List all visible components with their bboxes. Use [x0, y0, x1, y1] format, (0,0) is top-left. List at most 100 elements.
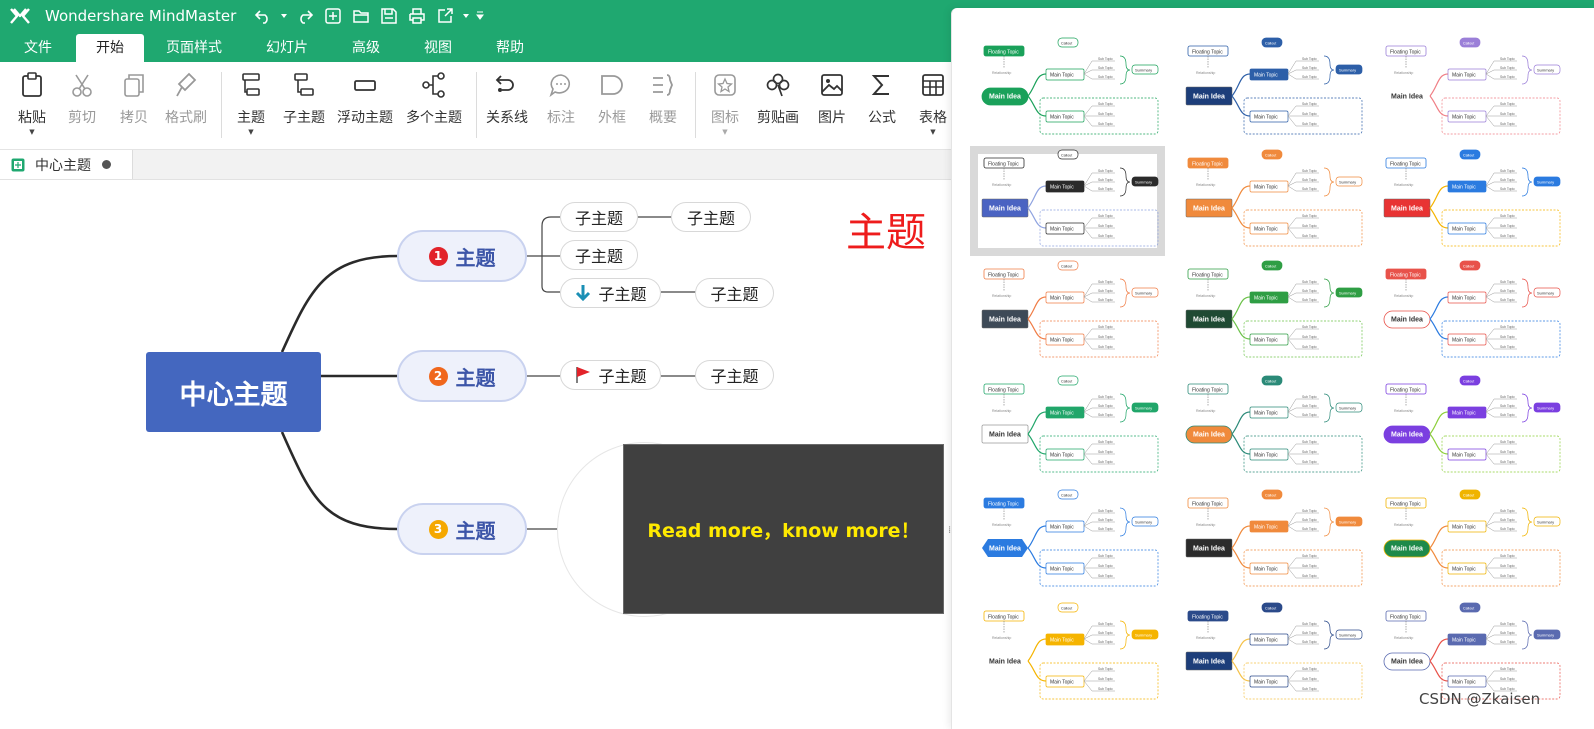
paste-dropdown-icon[interactable]: ▼ — [29, 128, 34, 136]
multiple-topics-button[interactable]: 多个主题 — [406, 70, 462, 127]
mindmap-canvas[interactable]: 中心主题 1 主题 2 主题 3 主题 子主题 子主题 子主题 子主题 子主题 … — [0, 180, 960, 729]
boundary-button[interactable]: 外框 — [598, 70, 626, 127]
callout-button[interactable]: 标注 — [547, 70, 575, 127]
main-topic-text: Main Topic — [1050, 525, 1074, 531]
open-folder-icon[interactable] — [350, 5, 372, 27]
callout-text: Callout — [1265, 42, 1276, 46]
floating-topic-text: Floating Topic — [1192, 615, 1223, 621]
menu-view[interactable]: 视图 — [402, 34, 474, 62]
theme-thumbnail[interactable]: Floating Topic Relationship Callout Main Id… — [970, 257, 1165, 367]
cut-button[interactable]: 剪切 — [68, 70, 96, 127]
menu-page-style[interactable]: 页面样式 — [144, 34, 244, 62]
paste-button[interactable]: 粘贴 ▼ — [18, 70, 46, 136]
icon-button[interactable]: 图标 ▼ — [711, 70, 739, 136]
subtopic[interactable]: 子主题 — [695, 278, 774, 308]
menu-help[interactable]: 帮助 — [474, 34, 546, 62]
floating-topic[interactable]: 主题 — [846, 200, 926, 258]
topic-dropdown-icon[interactable]: ▼ — [248, 128, 253, 136]
theme-preview: Floating Topic Relationship Callout Main Id… — [981, 375, 1159, 473]
main-topic-text: Main Topic — [1254, 411, 1278, 417]
theme-thumbnail[interactable]: Floating Topic Relationship Callout Main Id… — [1174, 372, 1369, 482]
export-icon[interactable] — [434, 5, 456, 27]
main-topic-3[interactable]: 3 主题 — [397, 503, 527, 555]
menu-advanced[interactable]: 高级 — [330, 34, 402, 62]
summary-text: Summary — [1339, 520, 1356, 525]
sub-topic-text: Sub Topic — [1500, 187, 1515, 191]
undo-icon[interactable] — [252, 5, 274, 27]
menu-file[interactable]: 文件 — [0, 34, 76, 62]
theme-thumbnail[interactable]: Floating Topic Relationship Callout Main Id… — [970, 146, 1165, 256]
main-topic-1[interactable]: 1 主题 — [397, 230, 527, 282]
topic-button[interactable]: 主题 ▼ — [237, 70, 265, 136]
new-icon[interactable] — [322, 5, 344, 27]
table-dropdown-icon[interactable]: ▼ — [930, 128, 935, 136]
sub-topic-text: Sub Topic — [1302, 450, 1317, 454]
summary-text: Summary — [1135, 68, 1152, 73]
print-icon[interactable] — [406, 5, 428, 27]
export-dropdown-icon[interactable] — [462, 5, 470, 27]
image-topic[interactable]: Read more，know more！ — [623, 444, 944, 614]
picture-button[interactable]: 图片 — [818, 70, 846, 127]
theme-thumbnail[interactable]: Floating Topic Relationship Callout Main Id… — [1372, 372, 1567, 482]
relationship-icon — [493, 70, 521, 100]
floating-topic-text: Floating Topic — [1192, 388, 1223, 394]
sub-topic-text: Sub Topic — [1500, 335, 1515, 339]
central-topic[interactable]: 中心主题 — [146, 352, 321, 432]
subtopic-button[interactable]: 子主题 — [283, 70, 325, 127]
document-tab-bar: 中心主题 — [0, 150, 960, 180]
redo-icon[interactable] — [294, 5, 316, 27]
main-idea-text: Main Idea — [989, 432, 1021, 439]
theme-thumbnail[interactable]: Floating Topic Relationship Callout Main Id… — [970, 599, 1165, 709]
relationship-button[interactable]: 关系线 — [486, 70, 528, 127]
theme-thumbnail[interactable]: Floating Topic Relationship Callout Main Id… — [1174, 146, 1369, 256]
theme-thumbnail[interactable]: Floating Topic Relationship Callout Main Id… — [1174, 257, 1369, 367]
floating-topic-button[interactable]: 浮动主题 — [337, 70, 393, 127]
icon-dropdown-icon[interactable]: ▼ — [722, 128, 727, 136]
callout-text: Callout — [1061, 265, 1072, 269]
subtopic-with-arrow[interactable]: 子主题 — [560, 278, 661, 308]
menu-home[interactable]: 开始 — [76, 34, 144, 62]
sub-topic-text: Sub Topic — [1098, 102, 1113, 106]
subtopic-with-flag[interactable]: 子主题 — [560, 360, 661, 390]
document-tab[interactable]: 中心主题 — [0, 150, 133, 179]
theme-thumbnail[interactable]: Floating Topic Relationship Callout Main Id… — [970, 372, 1165, 482]
callout-text: Callout — [1265, 380, 1276, 384]
save-icon[interactable] — [378, 5, 400, 27]
main-topic-2[interactable]: 2 主题 — [397, 350, 527, 402]
sub-topic-text: Sub Topic — [1500, 178, 1515, 182]
sub-topic-text: Sub Topic — [1098, 413, 1113, 417]
theme-thumbnail[interactable]: Floating Topic Relationship Callout Main Id… — [1372, 146, 1567, 256]
sub-topic-text: Sub Topic — [1500, 280, 1515, 284]
table-icon — [919, 70, 947, 100]
customize-icon[interactable] — [476, 5, 485, 27]
menu-slideshow[interactable]: 幻灯片 — [244, 34, 330, 62]
theme-thumbnail[interactable]: Floating Topic Relationship Callout Main Id… — [1174, 34, 1369, 144]
subtopic[interactable]: 子主题 — [671, 202, 751, 232]
theme-thumbnail[interactable]: Floating Topic Relationship Callout Main Id… — [1174, 599, 1369, 709]
relationship-text: Relationship — [1394, 294, 1413, 298]
unsaved-dot-icon[interactable] — [102, 160, 111, 169]
copy-button[interactable]: 拷贝 — [120, 70, 148, 127]
subtopic[interactable]: 子主题 — [560, 202, 638, 232]
theme-preview: Floating Topic Relationship Callout Main Id… — [1383, 375, 1561, 473]
undo-dropdown-icon[interactable] — [280, 5, 288, 27]
theme-preview: Floating Topic Relationship Callout Main Id… — [1185, 260, 1363, 358]
theme-thumbnail[interactable]: Floating Topic Relationship Callout Main Id… — [1372, 257, 1567, 367]
clover-icon — [764, 70, 792, 100]
theme-thumbnail[interactable]: Floating Topic Relationship Callout Main Id… — [970, 486, 1165, 596]
summary-button[interactable]: 概要 — [649, 70, 677, 127]
sub-topic-text: Sub Topic — [1500, 574, 1515, 578]
theme-thumbnail[interactable]: Floating Topic Relationship Callout Main Id… — [1174, 486, 1369, 596]
table-button[interactable]: 表格 ▼ — [919, 70, 947, 136]
format-painter-button[interactable]: 格式刷 — [165, 70, 207, 127]
theme-thumbnail[interactable]: Floating Topic Relationship Callout Main Id… — [1372, 34, 1567, 144]
formula-button[interactable]: 公式 — [868, 70, 896, 127]
theme-thumbnail[interactable]: Floating Topic Relationship Callout Main Id… — [970, 34, 1165, 144]
sub-topic-text: Sub Topic — [1098, 122, 1113, 126]
clipboard-icon — [18, 70, 46, 100]
subtopic[interactable]: 子主题 — [695, 360, 774, 390]
theme-thumbnail[interactable]: Floating Topic Relationship Callout Main Id… — [1372, 486, 1567, 596]
sub-topic-text: Sub Topic — [1500, 667, 1515, 671]
subtopic[interactable]: 子主题 — [560, 240, 638, 270]
clipart-button[interactable]: 剪贴画 — [757, 70, 799, 127]
